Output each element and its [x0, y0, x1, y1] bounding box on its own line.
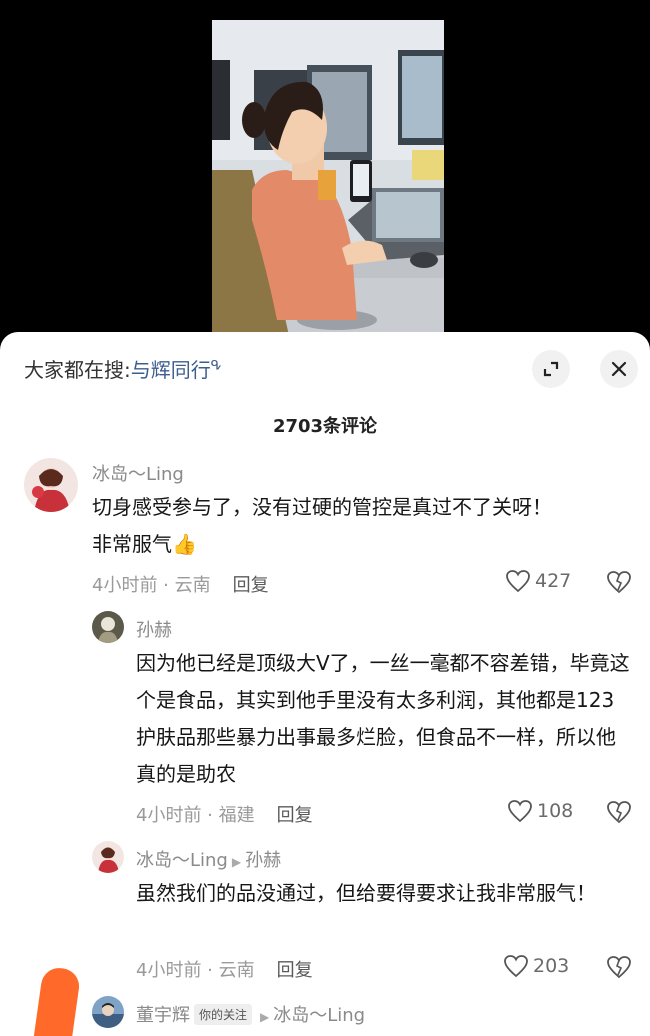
comment-meta: 4小时前 · 云南 回复	[92, 571, 269, 597]
author-name[interactable]: 冰岛～Ling	[136, 850, 228, 871]
comment-text: 切身感受参与了，没有过硬的管控是真过不了关呀！ 非常服气👍	[92, 489, 632, 563]
dislike-button[interactable]	[606, 570, 632, 598]
like-count: 108	[537, 800, 574, 822]
reply-button[interactable]: 回复	[233, 575, 269, 596]
broken-heart-icon	[607, 801, 631, 824]
avatar[interactable]	[92, 841, 124, 873]
like-count: 203	[533, 955, 570, 977]
comment-time-location: 4小时前 · 云南	[136, 960, 255, 981]
heart-icon	[504, 955, 528, 978]
heart-icon	[506, 570, 530, 593]
like-button[interactable]: 427	[505, 569, 571, 593]
comment-text: 因为他已经是顶级大V了，一丝一毫都不容差错，毕竟这个是食品，其实到他手里没有太多…	[136, 651, 630, 786]
video-frame	[212, 20, 444, 340]
comment-text-line: 非常服气👍	[92, 532, 197, 556]
like-count: 427	[535, 570, 572, 592]
comment-text: 虽然我们的品没通过，但给要得要求让我非常服气！	[136, 881, 596, 905]
office-scene-image	[212, 20, 444, 340]
search-term[interactable]: 与辉同行	[131, 358, 211, 382]
reply-to-name[interactable]: 冰岛～Ling	[273, 1005, 365, 1026]
expand-button[interactable]	[532, 350, 570, 388]
close-button[interactable]	[600, 350, 638, 388]
comment-sheet: 大家都在搜:与辉同行ᕴ 2703条评论 冰岛～Ling 切身感受参与了，没有过硬…	[0, 332, 650, 1036]
close-icon	[611, 361, 627, 377]
reply-to-name[interactable]: 孙赫	[245, 850, 281, 871]
comment-time-location: 4小时前 · 云南	[92, 575, 211, 596]
comment-author[interactable]: 孙赫	[136, 616, 172, 642]
comment-author: 冰岛～Ling ▶ 孙赫	[136, 846, 281, 872]
heart-icon	[508, 800, 532, 823]
search-suggestion[interactable]: 大家都在搜:与辉同行ᕴ	[24, 354, 222, 383]
following-badge: 你的关注	[194, 1004, 253, 1025]
dislike-button[interactable]	[606, 800, 632, 828]
comment-text-line: 切身感受参与了，没有过硬的管控是真过不了关呀！	[92, 495, 552, 519]
search-icon: ᕴ	[210, 358, 222, 374]
broken-heart-icon	[607, 571, 631, 594]
like-button[interactable]: 108	[507, 799, 573, 823]
broken-heart-icon	[607, 956, 631, 979]
expand-icon	[543, 361, 559, 377]
comment-time-location: 4小时前 · 福建	[136, 805, 255, 826]
reply-button[interactable]: 回复	[277, 805, 313, 826]
comment-count: 2703条评论	[272, 416, 378, 437]
avatar[interactable]	[92, 611, 124, 643]
dislike-button[interactable]	[606, 955, 632, 983]
avatar[interactable]	[92, 996, 124, 1028]
author-name[interactable]: 董宇辉	[136, 1005, 190, 1026]
search-prefix: 大家都在搜:	[24, 358, 131, 382]
comment-author: 董宇辉 你的关注 ▶ 冰岛～Ling	[136, 1001, 365, 1027]
reply-arrow-icon: ▶	[260, 1010, 270, 1024]
avatar[interactable]	[24, 458, 78, 512]
comment-meta: 4小时前 · 云南 回复	[136, 956, 313, 982]
reply-arrow-icon: ▶	[231, 855, 242, 869]
video-player[interactable]	[0, 0, 650, 345]
comment-meta: 4小时前 · 福建 回复	[136, 801, 313, 827]
reply-button[interactable]: 回复	[277, 960, 313, 981]
like-button[interactable]: 203	[503, 954, 569, 978]
comment-author[interactable]: 冰岛～Ling	[92, 460, 184, 486]
